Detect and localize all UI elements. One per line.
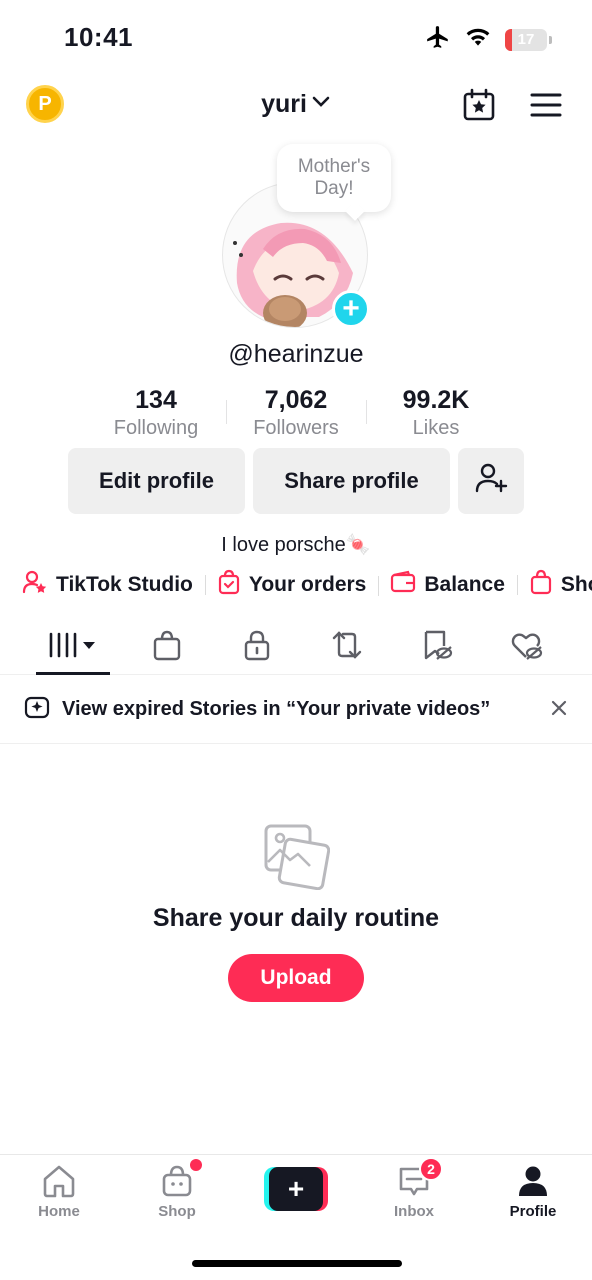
quick-link-label: Your orders — [248, 573, 367, 596]
tab-reposts[interactable] — [302, 620, 392, 674]
plus-icon: + — [269, 1167, 323, 1211]
battery-icon: 17 — [505, 28, 547, 51]
top-nav-actions — [462, 88, 562, 127]
nav-inbox[interactable]: 2 Inbox — [355, 1157, 473, 1220]
tab-videos[interactable] — [36, 620, 110, 675]
shop-notification-dot — [190, 1159, 202, 1171]
lock-icon — [243, 629, 271, 666]
home-icon — [41, 1164, 77, 1203]
status-bubble[interactable]: Mother's Day! — [277, 144, 391, 212]
stat-value: 7,062 — [264, 386, 328, 414]
content-tabs — [0, 620, 592, 675]
orders-icon — [217, 569, 241, 601]
inbox-badge: 2 — [419, 1157, 443, 1181]
quick-link-your-orders[interactable]: Your orders — [204, 569, 378, 601]
videos-grid-icon — [47, 630, 99, 665]
stat-likes[interactable]: 99.2K Likes — [366, 386, 506, 442]
edit-profile-button[interactable]: Edit profile — [68, 448, 245, 514]
stat-value: 134 — [135, 386, 177, 414]
wallet-icon — [390, 570, 416, 600]
quick-link-shop[interactable]: Show — [516, 569, 592, 601]
close-icon[interactable] — [550, 698, 568, 722]
stat-followers[interactable]: 7,062 Followers — [226, 386, 366, 442]
quick-link-label: Show — [560, 573, 592, 596]
tab-liked[interactable] — [482, 620, 572, 674]
shop-bag-icon — [152, 629, 182, 666]
bubble-text: Mother's Day! — [297, 156, 371, 199]
stat-value: 99.2K — [402, 386, 470, 414]
quick-link-balance[interactable]: Balance — [378, 570, 517, 600]
add-user-icon — [474, 461, 508, 501]
battery-level: 17 — [517, 31, 535, 48]
upload-button[interactable]: Upload — [228, 954, 364, 1002]
add-friends-button[interactable] — [458, 448, 524, 514]
wifi-icon — [465, 26, 491, 53]
nav-label: Inbox — [394, 1203, 434, 1220]
status-time: 10:41 — [64, 22, 133, 52]
nav-label: Shop — [158, 1203, 196, 1220]
quick-links: TikTok Studio Your orders Balance Show — [22, 568, 592, 602]
quick-link-tiktok-studio[interactable]: TikTok Studio — [22, 569, 205, 601]
status-bar: 10:41 17 — [0, 0, 592, 80]
nav-label: Home — [38, 1203, 80, 1220]
tab-shop[interactable] — [122, 620, 212, 674]
heart-hidden-icon — [510, 629, 544, 666]
profile-actions: Edit profile Share profile — [68, 448, 524, 514]
quick-link-label: TikTok Studio — [56, 573, 193, 596]
stat-label: Followers — [253, 417, 339, 439]
stat-label: Following — [113, 417, 199, 439]
empty-state-title: Share your daily routine — [152, 904, 440, 932]
airplane-icon — [425, 24, 451, 55]
bag-icon — [529, 569, 553, 601]
profile-icon — [517, 1164, 549, 1203]
photos-icon — [262, 822, 331, 895]
repost-icon — [331, 629, 363, 666]
create-button[interactable]: + — [264, 1167, 328, 1211]
stat-following[interactable]: 134 Following — [86, 386, 226, 442]
studio-icon — [22, 569, 48, 601]
shop-icon — [161, 1164, 193, 1203]
bookmark-hidden-icon — [421, 629, 453, 666]
home-indicator — [192, 1260, 402, 1267]
sparkle-story-icon — [24, 694, 50, 725]
profile-bio: I love porsche🍬 — [221, 534, 371, 556]
status-icons: 17 — [425, 24, 552, 55]
calendar-star-icon[interactable] — [462, 88, 496, 127]
nav-shop[interactable]: Shop — [118, 1159, 236, 1220]
menu-icon[interactable] — [530, 92, 562, 123]
chevron-down-icon — [311, 90, 331, 119]
quick-link-label: Balance — [424, 573, 505, 596]
profile-stats: 134 Following 7,062 Followers 99.2K Like… — [86, 386, 506, 442]
stories-banner[interactable]: View expired Stories in “Your private vi… — [0, 676, 592, 744]
tab-private[interactable] — [212, 620, 302, 674]
add-avatar-button[interactable]: + — [332, 290, 370, 328]
tab-favorites[interactable] — [392, 620, 482, 674]
stat-label: Likes — [412, 417, 460, 439]
profile-handle: @hearinzue — [228, 340, 364, 368]
nav-profile[interactable]: Profile — [474, 1165, 592, 1220]
banner-text: View expired Stories in “Your private vi… — [62, 698, 491, 720]
username: yuri — [261, 90, 307, 118]
top-nav: P yuri — [0, 80, 592, 130]
nav-label: Profile — [509, 1203, 557, 1220]
nav-home[interactable]: Home — [0, 1165, 118, 1220]
share-profile-button[interactable]: Share profile — [253, 448, 450, 514]
battery-cap — [549, 35, 552, 44]
